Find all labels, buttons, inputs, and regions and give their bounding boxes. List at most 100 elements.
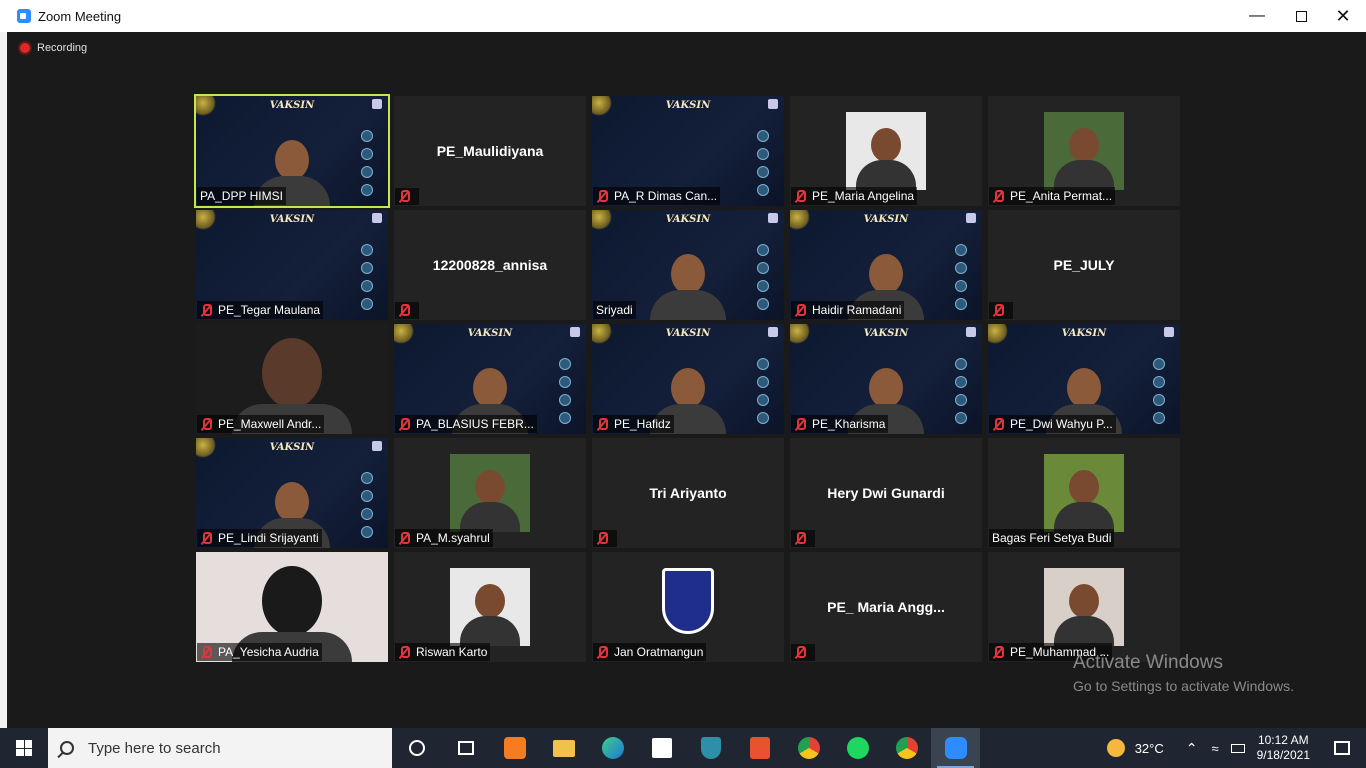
participant-tile[interactable]: VAKSIN Sriyadi — [592, 210, 784, 320]
muted-mic-icon — [794, 532, 806, 545]
participant-name: Haidir Ramadani — [812, 303, 902, 317]
taskbar: Type here to search 32°C ⌃ ≈ 10:12 AM 9/… — [0, 728, 1366, 768]
chrome-icon — [797, 737, 820, 759]
battery-icon[interactable] — [1230, 743, 1245, 753]
participant-tile[interactable]: VAKSIN Haidir Ramadani — [790, 210, 982, 320]
participant-name-label: PE_Maxwell Andr... — [197, 415, 325, 433]
recording-indicator[interactable]: Recording — [20, 42, 87, 54]
notification-icon[interactable] — [1334, 741, 1350, 755]
weather-icon[interactable] — [1106, 739, 1125, 757]
participant-tile[interactable]: PE_JULY — [988, 210, 1180, 320]
minimize-button[interactable]: — — [1234, 0, 1280, 32]
wps-icon — [749, 737, 770, 759]
cortana-button[interactable] — [392, 728, 441, 768]
participant-display-name: Hery Dwi Gunardi — [827, 485, 945, 501]
participant-name-label: PA_DPP HIMSI — [197, 187, 286, 205]
store-button[interactable] — [637, 728, 686, 768]
participant-name-label: PE_Tegar Maulana — [197, 301, 324, 319]
participant-tile[interactable]: Hery Dwi Gunardi — [790, 438, 982, 548]
participant-name-label: PE_Anita Permat... — [989, 187, 1116, 205]
participant-name-label: Riswan Karto — [395, 643, 491, 661]
participant-name: PA_Yesicha Audria — [218, 645, 319, 659]
wps-button[interactable] — [735, 728, 784, 768]
participant-tile[interactable]: VAKSIN PA_BLASIUS FEBR... — [394, 324, 586, 434]
taskbar-search[interactable]: Type here to search — [48, 728, 392, 768]
slide-title: VAKSIN — [269, 100, 315, 111]
windows-icon — [16, 740, 32, 756]
participant-tile[interactable]: PE_Anita Permat... — [988, 96, 1180, 206]
participant-tile[interactable]: VAKSIN PE_Kharisma — [790, 324, 982, 434]
maximize-icon — [1295, 10, 1307, 22]
participant-tile[interactable]: PA_Yesicha Audria — [196, 552, 388, 662]
date: 9/18/2021 — [1256, 748, 1310, 762]
edge-button[interactable] — [588, 728, 637, 768]
participant-tile[interactable]: VAKSIN PE_Lindi Srijayanti — [196, 438, 388, 548]
participant-name-label — [395, 302, 419, 319]
participant-name: Bagas Feri Setya Budi — [992, 531, 1112, 545]
chrome-profile-button[interactable] — [882, 728, 931, 768]
clock[interactable]: 10:12 AM 9/18/2021 — [1257, 733, 1310, 763]
participant-name: PE_Anita Permat... — [1010, 189, 1113, 203]
spotify-icon — [846, 737, 869, 759]
edge-icon — [601, 737, 624, 759]
participant-photo — [1044, 568, 1124, 646]
muted-mic-icon — [200, 303, 212, 317]
participant-photo — [1044, 454, 1124, 532]
muted-mic-icon — [596, 189, 608, 203]
participant-name-label: PA_BLASIUS FEBR... — [395, 415, 537, 433]
participant-name-label: Jan Oratmangun — [593, 643, 707, 661]
slide-title: VAKSIN — [467, 328, 513, 339]
participant-tile[interactable]: Jan Oratmangun — [592, 552, 784, 662]
participant-tile[interactable]: 12200828_annisa — [394, 210, 586, 320]
start-button[interactable] — [0, 728, 48, 768]
muted-mic-icon — [992, 304, 1004, 317]
participant-tile[interactable]: VAKSIN PE_Hafidz — [592, 324, 784, 434]
participant-tile[interactable]: Tri Ariyanto — [592, 438, 784, 548]
participant-tile[interactable]: VAKSIN PA_R Dimas Can... — [592, 96, 784, 206]
participant-name: PE_Hafidz — [614, 417, 671, 431]
participant-tile[interactable]: PE_Maxwell Andr... — [196, 324, 388, 434]
participant-name-label: Sriyadi — [593, 301, 636, 319]
participant-name-label: PE_Maria Angelina — [791, 187, 918, 205]
muted-mic-icon — [794, 646, 806, 659]
participant-name: PA_M.syahrul — [416, 531, 490, 545]
participant-tile[interactable]: VAKSIN PE_Dwi Wahyu P... — [988, 324, 1180, 434]
participant-name-label: PA_Yesicha Audria — [197, 643, 322, 661]
participant-photo — [846, 112, 926, 190]
participant-name: Jan Oratmangun — [614, 645, 704, 659]
task-view-button[interactable] — [441, 728, 490, 768]
participant-tile[interactable]: VAKSIN PE_Tegar Maulana — [196, 210, 388, 320]
temperature[interactable]: 32°C — [1135, 741, 1164, 756]
spotify-button[interactable] — [833, 728, 882, 768]
muted-mic-icon — [398, 190, 410, 203]
muted-mic-icon — [398, 531, 410, 545]
organization-logo — [662, 568, 714, 634]
close-button[interactable]: ✕ — [1320, 0, 1366, 32]
zoom-icon — [17, 9, 31, 23]
participant-tile[interactable]: PE_ Maria Angg... — [790, 552, 982, 662]
participant-tile[interactable]: Riswan Karto — [394, 552, 586, 662]
participant-display-name: PE_Maulidiyana — [436, 143, 544, 159]
muted-mic-icon — [398, 645, 410, 659]
participant-name: PE_Maxwell Andr... — [218, 417, 322, 431]
participant-name: PE_Kharisma — [812, 417, 886, 431]
participant-tile[interactable]: PE_Muhammad ... — [988, 552, 1180, 662]
participant-tile[interactable]: Bagas Feri Setya Budi — [988, 438, 1180, 548]
zoom-taskbar-button[interactable] — [931, 728, 980, 768]
file-explorer-button[interactable] — [539, 728, 588, 768]
chrome-button[interactable] — [784, 728, 833, 768]
muted-mic-icon — [992, 417, 1004, 431]
app-button[interactable] — [686, 728, 735, 768]
participant-name-label: PE_Hafidz — [593, 415, 674, 433]
participant-tile[interactable]: PE_Maulidiyana — [394, 96, 586, 206]
participant-tile[interactable]: PA_M.syahrul — [394, 438, 586, 548]
participant-tile[interactable]: VAKSIN PA_DPP HIMSI — [194, 94, 390, 208]
title-bar: Zoom Meeting — ✕ — [0, 0, 1366, 32]
participant-tile[interactable]: PE_Maria Angelina — [790, 96, 982, 206]
participant-name: Sriyadi — [596, 303, 633, 317]
window-title: Zoom Meeting — [38, 8, 122, 24]
xampp-button[interactable] — [490, 728, 539, 768]
maximize-button[interactable] — [1278, 0, 1324, 32]
chevron-up-icon[interactable]: ⌃ — [1186, 740, 1198, 757]
wifi-icon[interactable]: ≈ — [1211, 741, 1218, 756]
